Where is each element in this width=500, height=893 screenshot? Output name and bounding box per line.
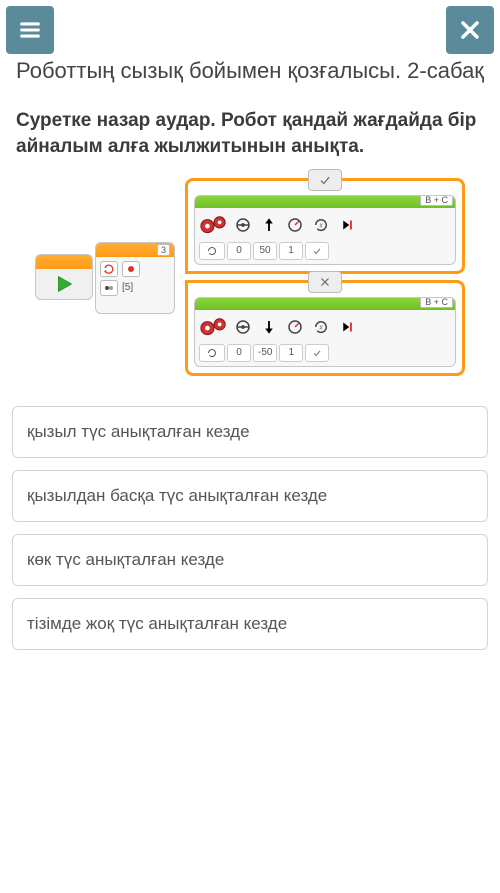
motor-ports: B + C	[420, 195, 453, 206]
hamburger-icon	[17, 17, 43, 43]
param-power: 0	[227, 242, 251, 260]
answer-options: қызыл түс анықталған кезде қызылдан басқ…	[0, 406, 500, 670]
page-title: Роботтың сызық бойымен қозғалысы. 2-саба…	[0, 54, 500, 94]
option-2[interactable]: қызылдан басқа түс анықталған кезде	[12, 470, 488, 522]
motor-block-forward: B + C # 0 50 1	[194, 195, 456, 265]
option-3[interactable]: көк түс анықталған кезде	[12, 534, 488, 586]
motor-ports: B + C	[420, 297, 453, 308]
rotations-icon: #	[309, 213, 333, 237]
param-brake-check	[305, 242, 329, 260]
switch-true-branch: B + C # 0 50 1	[185, 178, 465, 274]
brake-icon	[335, 213, 359, 237]
param-brake-check	[305, 344, 329, 362]
mode-hash-icon	[199, 344, 225, 362]
close-button[interactable]	[446, 6, 494, 54]
arrow-up-icon	[257, 213, 281, 237]
play-icon	[53, 273, 75, 295]
param-value: 1	[279, 242, 303, 260]
mode-hash-icon	[199, 242, 225, 260]
loop-arrow-icon	[100, 261, 118, 277]
option-1[interactable]: қызыл түс анықталған кезде	[12, 406, 488, 458]
svg-text:#: #	[319, 223, 323, 229]
check-icon	[318, 173, 332, 187]
motor-wheels-icon	[199, 315, 229, 339]
false-tab	[308, 271, 342, 293]
rotations-icon: #	[309, 315, 333, 339]
motor-wheels-icon	[199, 213, 229, 237]
close-icon	[458, 18, 482, 42]
param-power: 0	[227, 344, 251, 362]
power-dial-icon	[283, 213, 307, 237]
power-dial-icon	[283, 315, 307, 339]
switch-false-branch: B + C # 0 -50 1	[185, 280, 465, 376]
loop-count-badge: 3	[157, 244, 170, 256]
param-rotations: -50	[253, 344, 277, 362]
program-diagram: 3 [5] B	[0, 178, 500, 406]
param-rotations: 50	[253, 242, 277, 260]
menu-button[interactable]	[6, 6, 54, 54]
steering-icon	[231, 315, 255, 339]
option-4[interactable]: тізімде жоқ түс анықталған кезде	[12, 598, 488, 650]
start-block	[35, 254, 93, 300]
question-text: Суретке назар аудар. Робот қандай жағдай…	[0, 94, 500, 177]
motor-block-backward: B + C # 0 -50 1	[194, 297, 456, 367]
param-value: 1	[279, 344, 303, 362]
sensor-type-icon	[100, 280, 118, 296]
loop-block: 3 [5]	[95, 242, 175, 314]
arrow-down-icon	[257, 315, 281, 339]
steering-icon	[231, 213, 255, 237]
svg-text:#: #	[319, 325, 323, 331]
loop-iterations: [5]	[122, 282, 133, 293]
color-sensor-icon	[122, 261, 140, 277]
x-icon	[318, 275, 332, 289]
true-tab	[308, 169, 342, 191]
brake-icon	[335, 315, 359, 339]
